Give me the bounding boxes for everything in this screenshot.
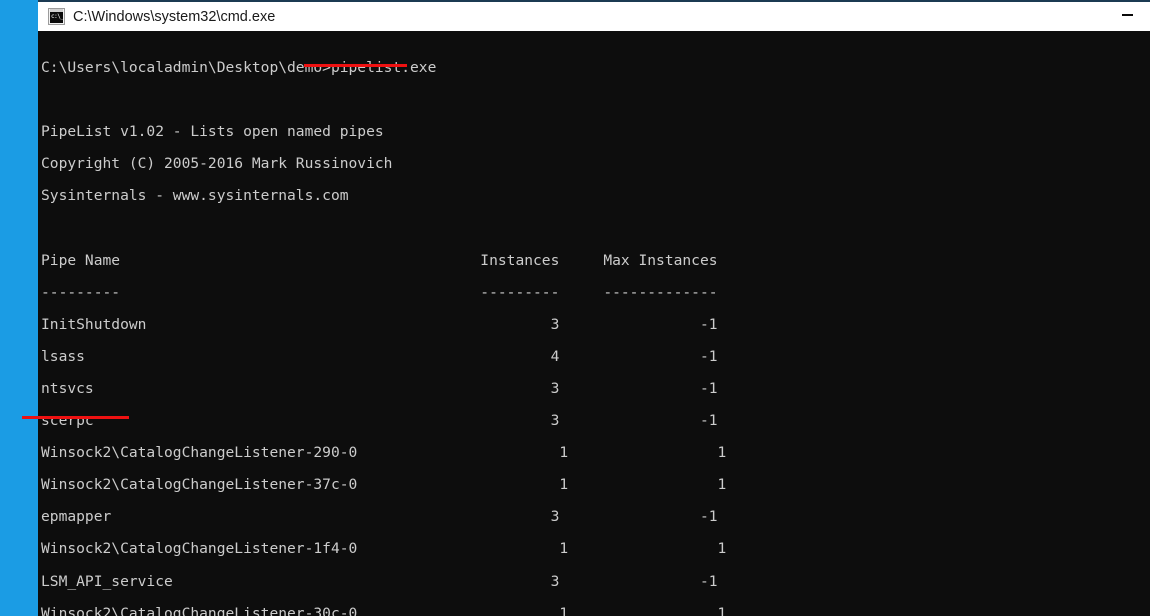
minimize-button[interactable] bbox=[1105, 2, 1150, 31]
console-text-content: C:\Users\localadmin\Desktop\demo>pipelis… bbox=[41, 44, 726, 616]
window-title-text: C:\Windows\system32\cmd.exe bbox=[73, 8, 276, 25]
table-row: LSM_API_service 3 -1 bbox=[41, 572, 718, 590]
cmd-console-icon: c:\_ bbox=[48, 8, 65, 25]
cmd-console-icon-screen: c:\_ bbox=[50, 12, 64, 23]
table-row: epmapper 3 -1 bbox=[41, 508, 718, 526]
table-row: Winsock2\CatalogChangeListener-30c-0 1 1 bbox=[41, 604, 727, 616]
table-row: Winsock2\CatalogChangeListener-290-0 1 1 bbox=[41, 444, 727, 462]
window-controls bbox=[1105, 2, 1150, 31]
table-row: ntsvcs 3 -1 bbox=[41, 379, 718, 397]
cmd-console-window: c:\_ C:\Windows\system32\cmd.exe C:\User… bbox=[38, 0, 1150, 616]
command-prompt-line: C:\Users\localadmin\Desktop\demo>pipelis… bbox=[41, 59, 437, 77]
banner-line-2: Sysinternals - www.sysinternals.com bbox=[41, 187, 349, 205]
annotation-underline-spoolss bbox=[22, 416, 129, 419]
minimize-icon bbox=[1122, 13, 1133, 16]
table-header-row: Pipe Name Instances Max Instances bbox=[41, 251, 718, 269]
banner-line-0: PipeList v1.02 - Lists open named pipes bbox=[41, 123, 384, 141]
table-row: scerpc 3 -1 bbox=[41, 412, 718, 430]
table-row: Winsock2\CatalogChangeListener-1f4-0 1 1 bbox=[41, 540, 727, 558]
table-row: Winsock2\CatalogChangeListener-37c-0 1 1 bbox=[41, 476, 727, 494]
banner-line-1: Copyright (C) 2005-2016 Mark Russinovich bbox=[41, 155, 393, 173]
table-row: lsass 4 -1 bbox=[41, 347, 718, 365]
console-output-area[interactable]: C:\Users\localadmin\Desktop\demo>pipelis… bbox=[38, 31, 1150, 616]
annotation-underline-command bbox=[304, 64, 407, 67]
window-title-bar[interactable]: c:\_ C:\Windows\system32\cmd.exe bbox=[38, 2, 1150, 31]
table-divider-row: --------- --------- ------------- bbox=[41, 283, 718, 301]
table-row: InitShutdown 3 -1 bbox=[41, 315, 718, 333]
